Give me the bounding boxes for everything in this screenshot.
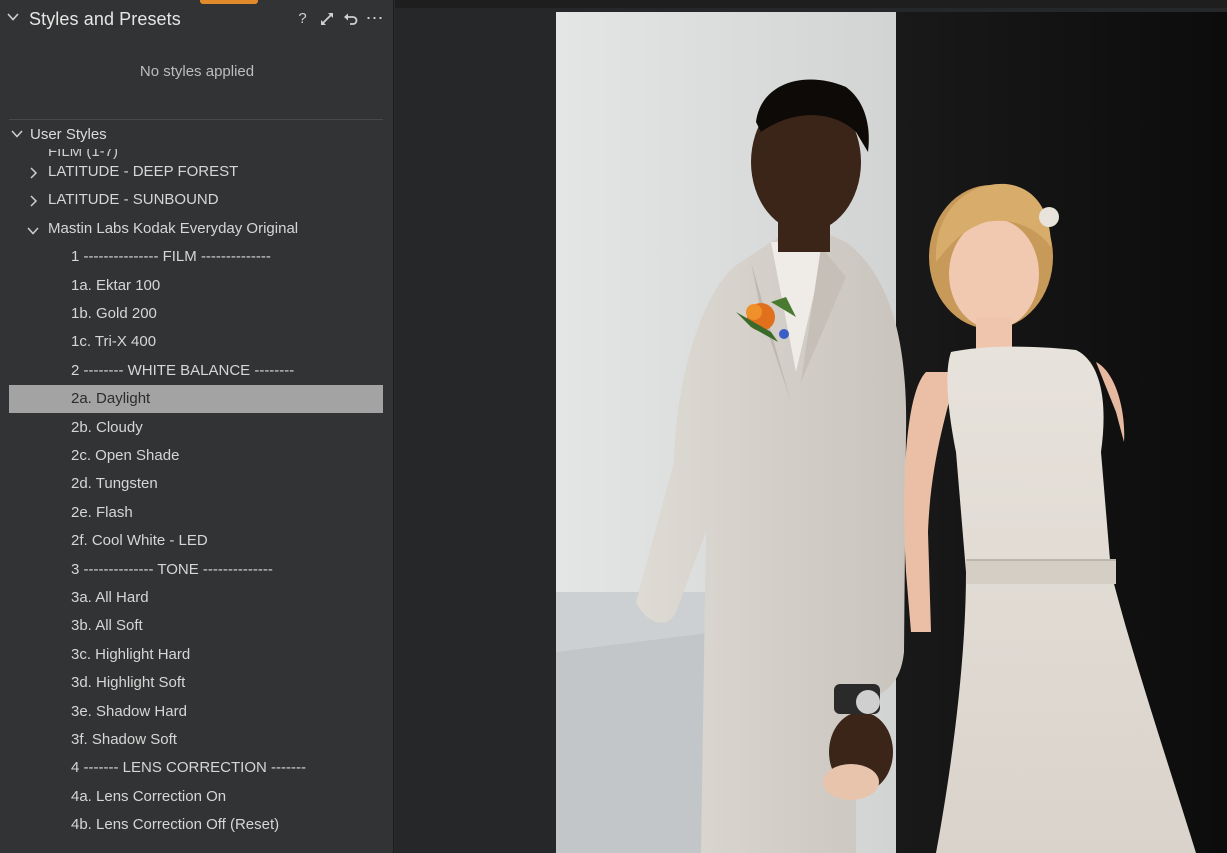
style-item[interactable]: 4a. Lens Correction On [9, 783, 383, 811]
style-item[interactable]: 3b. All Soft [9, 612, 383, 640]
photo-canvas[interactable] [556, 12, 1227, 853]
style-item[interactable]: 3d. Highlight Soft [9, 669, 383, 697]
style-item[interactable]: 2b. Cloudy [9, 414, 383, 442]
divider [9, 119, 383, 120]
style-item-label: 2c. Open Shade [71, 447, 180, 464]
style-group-label: LATITUDE - SUNBOUND [48, 191, 219, 209]
style-item[interactable]: 2 -------- WHITE BALANCE -------- [9, 357, 383, 385]
more-icon[interactable]: ⋯ [366, 8, 384, 28]
style-item-label: 1a. Ektar 100 [71, 276, 161, 294]
style-item-label: 3d. Highlight Soft [71, 674, 186, 692]
panel-title: Styles and Presets [29, 9, 181, 29]
style-item[interactable]: 2c. Open Shade [9, 442, 383, 470]
style-item-label: 2e. Flash [71, 503, 133, 521]
style-item-label: 3c. Highlight Hard [71, 645, 191, 663]
style-group-label: LATITUDE - DEEP FOREST [48, 163, 239, 180]
style-item[interactable]: 2d. Tungsten [9, 470, 383, 498]
image-viewer [395, 0, 1227, 853]
reset-icon[interactable] [343, 11, 358, 26]
chevron-down-icon[interactable] [27, 223, 39, 240]
style-item-label: 3a. All Hard [71, 589, 149, 606]
style-item[interactable]: 1 --------------- FILM -------------- [9, 243, 383, 271]
style-item-label: 1c. Tri-X 400 [71, 333, 157, 351]
style-item-label: 2f. Cool White - LED [71, 532, 208, 550]
style-item-label: 2b. Cloudy [71, 418, 143, 436]
styles-tree: User Styles FILM (1-7) LATITUDE - DEEP F… [0, 121, 393, 853]
style-item[interactable]: 3e. Shadow Hard [9, 698, 383, 726]
styles-presets-panel: Styles and Presets ? ⋯ No styles applied [0, 0, 394, 853]
style-item-label: 3b. All Soft [71, 617, 143, 635]
style-item[interactable]: 4 ------- LENS CORRECTION ------- [9, 754, 383, 782]
chevron-down-icon[interactable] [6, 10, 20, 24]
style-item-label: 3e. Shadow Hard [71, 702, 187, 720]
style-item[interactable]: 1a. Ektar 100 [9, 272, 383, 300]
style-item-label: 4a. Lens Correction On [71, 787, 227, 805]
wedding-couple-photo [556, 12, 1227, 853]
chevron-right-icon[interactable] [29, 194, 38, 211]
style-item-label: 2d. Tungsten [71, 475, 158, 493]
style-group-row[interactable]: LATITUDE - SUNBOUND [9, 186, 383, 214]
style-item[interactable]: 1c. Tri-X 400 [9, 328, 383, 356]
panel-header[interactable]: Styles and Presets ? ⋯ [0, 0, 393, 42]
help-icon[interactable]: ? [295, 10, 310, 27]
style-item[interactable]: 2e. Flash [9, 499, 383, 527]
style-group-row[interactable]: LATITUDE - DEEP FOREST [9, 158, 383, 186]
viewer-top-bar [395, 0, 1227, 8]
expand-icon[interactable] [319, 11, 334, 26]
style-item-selected[interactable]: 2a. Daylight [9, 385, 383, 414]
style-item-label: 4 ------- LENS CORRECTION ------- [71, 759, 306, 777]
style-item[interactable]: 3c. Highlight Hard [9, 641, 383, 669]
chevron-down-icon [11, 130, 23, 138]
group-label: User Styles [30, 126, 107, 143]
chevron-right-icon[interactable] [29, 166, 38, 183]
panel-header-actions: ? ⋯ [295, 8, 384, 28]
style-item-label: 3 -------------- TONE -------------- [71, 560, 273, 578]
style-item[interactable]: 2f. Cool White - LED [9, 527, 383, 555]
style-item[interactable]: 3f. Shadow Soft [9, 726, 383, 754]
style-item-label: 4b. Lens Correction Off (Reset) [71, 816, 280, 834]
style-item[interactable]: 3a. All Hard [9, 584, 383, 612]
style-item-label: 1b. Gold 200 [71, 305, 157, 322]
empty-state-text: No styles applied [139, 63, 255, 80]
style-item[interactable]: 1b. Gold 200 [9, 300, 383, 328]
style-group-row[interactable]: Mastin Labs Kodak Everyday Original [9, 215, 383, 243]
style-item-label: 3f. Shadow Soft [71, 731, 177, 748]
style-item[interactable]: 3 -------------- TONE -------------- [9, 556, 383, 584]
group-user-styles[interactable]: User Styles [0, 121, 393, 149]
style-group-label: Mastin Labs Kodak Everyday Original [48, 219, 299, 237]
style-item-label: 2a. Daylight [71, 390, 151, 408]
style-item[interactable]: 4b. Lens Correction Off (Reset) [9, 811, 383, 839]
style-item-label: 1 --------------- FILM -------------- [71, 248, 271, 266]
style-item-label: 2 -------- WHITE BALANCE -------- [71, 361, 295, 379]
